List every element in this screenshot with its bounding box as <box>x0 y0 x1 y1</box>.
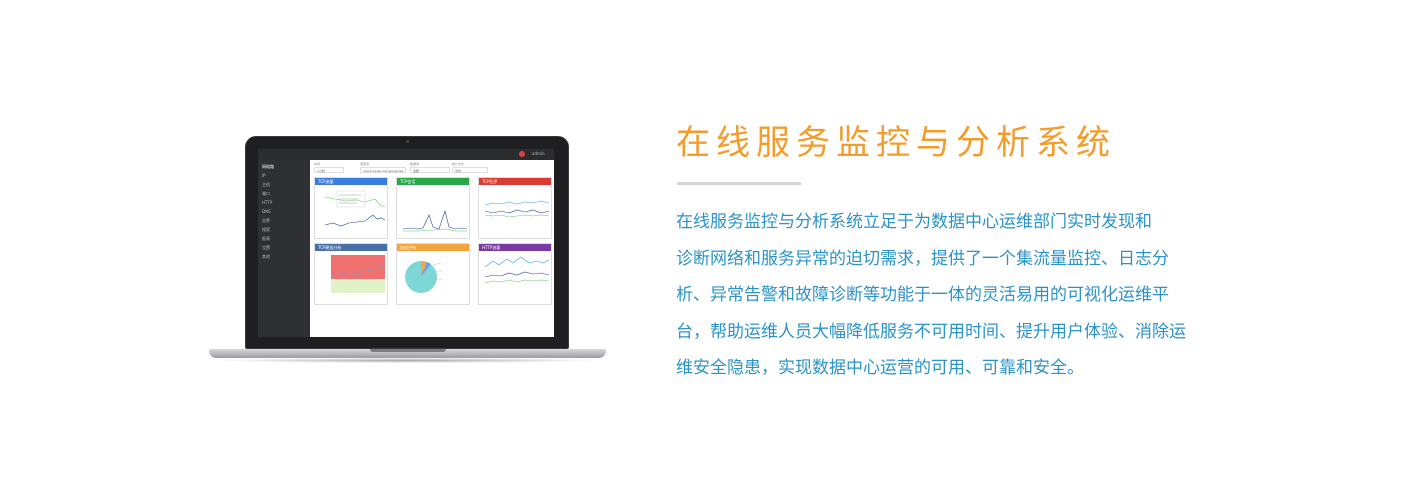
sidebar-item[interactable]: 设置 <box>258 243 310 252</box>
filter-stat: 统计方式 平均 <box>452 162 488 176</box>
title-divider <box>677 182 801 185</box>
panel-header: 协议分布 <box>397 244 469 251</box>
sidebar-item[interactable]: HTTP <box>258 198 310 207</box>
filter-value[interactable]: 全部 <box>410 167 450 173</box>
filter-value[interactable]: cloud.sunet.com.group.net <box>360 167 406 173</box>
filter-label: 数据源 <box>410 162 420 166</box>
protocol-pie-chart <box>405 260 443 293</box>
disorder-line-chart <box>484 200 550 218</box>
filter-source: 流量源 cloud.sunet.com.group.net <box>360 162 406 176</box>
panel-tcp-traffic: TCP流量 <box>314 177 388 239</box>
laptop-shadow <box>212 358 603 363</box>
panel-tcp-disorder: TCP乱序 <box>478 177 552 239</box>
app-sidebar: 网络路 IP 主机 端口 HTTP DNS 告警 搜索 报表 设置 其他 <box>258 160 310 337</box>
session-line-chart <box>402 209 468 232</box>
sidebar-item[interactable]: 网络路 <box>258 162 310 171</box>
panel-header: TCP建连分析 <box>315 244 387 251</box>
http-line-chart <box>484 256 550 284</box>
filter-value[interactable]: 1小时 <box>314 167 344 173</box>
sidebar-item[interactable]: 报表 <box>258 234 310 243</box>
panel-header: TCP会话 <box>397 178 469 185</box>
connect-area-chart <box>330 255 385 293</box>
filter-label: 流量源 <box>360 162 370 166</box>
panel-protocol-dist: 协议分布 <box>396 243 470 305</box>
description-line: 析、异常告警和故障诊断等功能于一体的灵活易用的可视化运维平 <box>676 285 1169 305</box>
sidebar-item[interactable]: 告警 <box>258 216 310 225</box>
app-topbar: admin <box>258 149 554 160</box>
filter-label: 时间 <box>314 162 321 166</box>
sidebar-item[interactable]: 主机 <box>258 180 310 189</box>
laptop-screen: admin 网络路 IP 主机 端口 HTTP DNS 告警 搜索 报表 设置 其他 时间 1小时 流… <box>258 149 554 337</box>
filter-bar: 时间 1小时 流量源 cloud.sunet.com.group.net 数据源 全部… <box>314 162 550 176</box>
sidebar-item[interactable]: 搜索 <box>258 225 310 234</box>
sidebar-item[interactable]: 其他 <box>258 252 310 261</box>
panel-header: HTTP流量 <box>479 244 551 251</box>
filter-label: 统计方式 <box>452 162 465 166</box>
sidebar-item[interactable]: IP <box>258 171 310 180</box>
sidebar-item[interactable]: 端口 <box>258 189 310 198</box>
user-name: admin <box>532 151 545 156</box>
traffic-line-chart <box>317 187 386 235</box>
panel-header: TCP乱序 <box>479 178 551 185</box>
panel-http-traffic: HTTP流量 <box>478 243 552 305</box>
filter-time: 时间 1小时 <box>314 162 344 176</box>
panel-header: TCP流量 <box>315 178 387 185</box>
camera-icon <box>406 140 409 143</box>
filter-value[interactable]: 平均 <box>452 167 488 173</box>
panel-tcp-session: TCP会话 <box>396 177 470 239</box>
panel-tcp-connect: TCP建连分析 <box>314 243 388 305</box>
sidebar-item[interactable]: DNS <box>258 207 310 216</box>
product-title: 在线服务监控与分析系统 <box>676 123 1116 163</box>
description-line: 诊断网络和服务异常的迫切需求，提供了一个集流量监控、日志分 <box>676 248 1169 269</box>
filter-data: 数据源 全部 <box>410 162 450 176</box>
alert-icon <box>519 151 525 157</box>
laptop-notch <box>370 349 446 352</box>
description-line: 台，帮助运维人员大幅降低服务不可用时间、提升用户体验、消除运 <box>676 321 1186 342</box>
product-description: 在线服务监控与分析系统立足于为数据中心运维部门实时发现和 诊断网络和服务异常的迫… <box>676 204 1196 387</box>
description-line: 在线服务监控与分析系统立足于为数据中心运维部门实时发现和 <box>676 212 1152 232</box>
description-line: 维安全隐患，实现数据中心运营的可用、可靠和安全。 <box>676 358 1084 378</box>
